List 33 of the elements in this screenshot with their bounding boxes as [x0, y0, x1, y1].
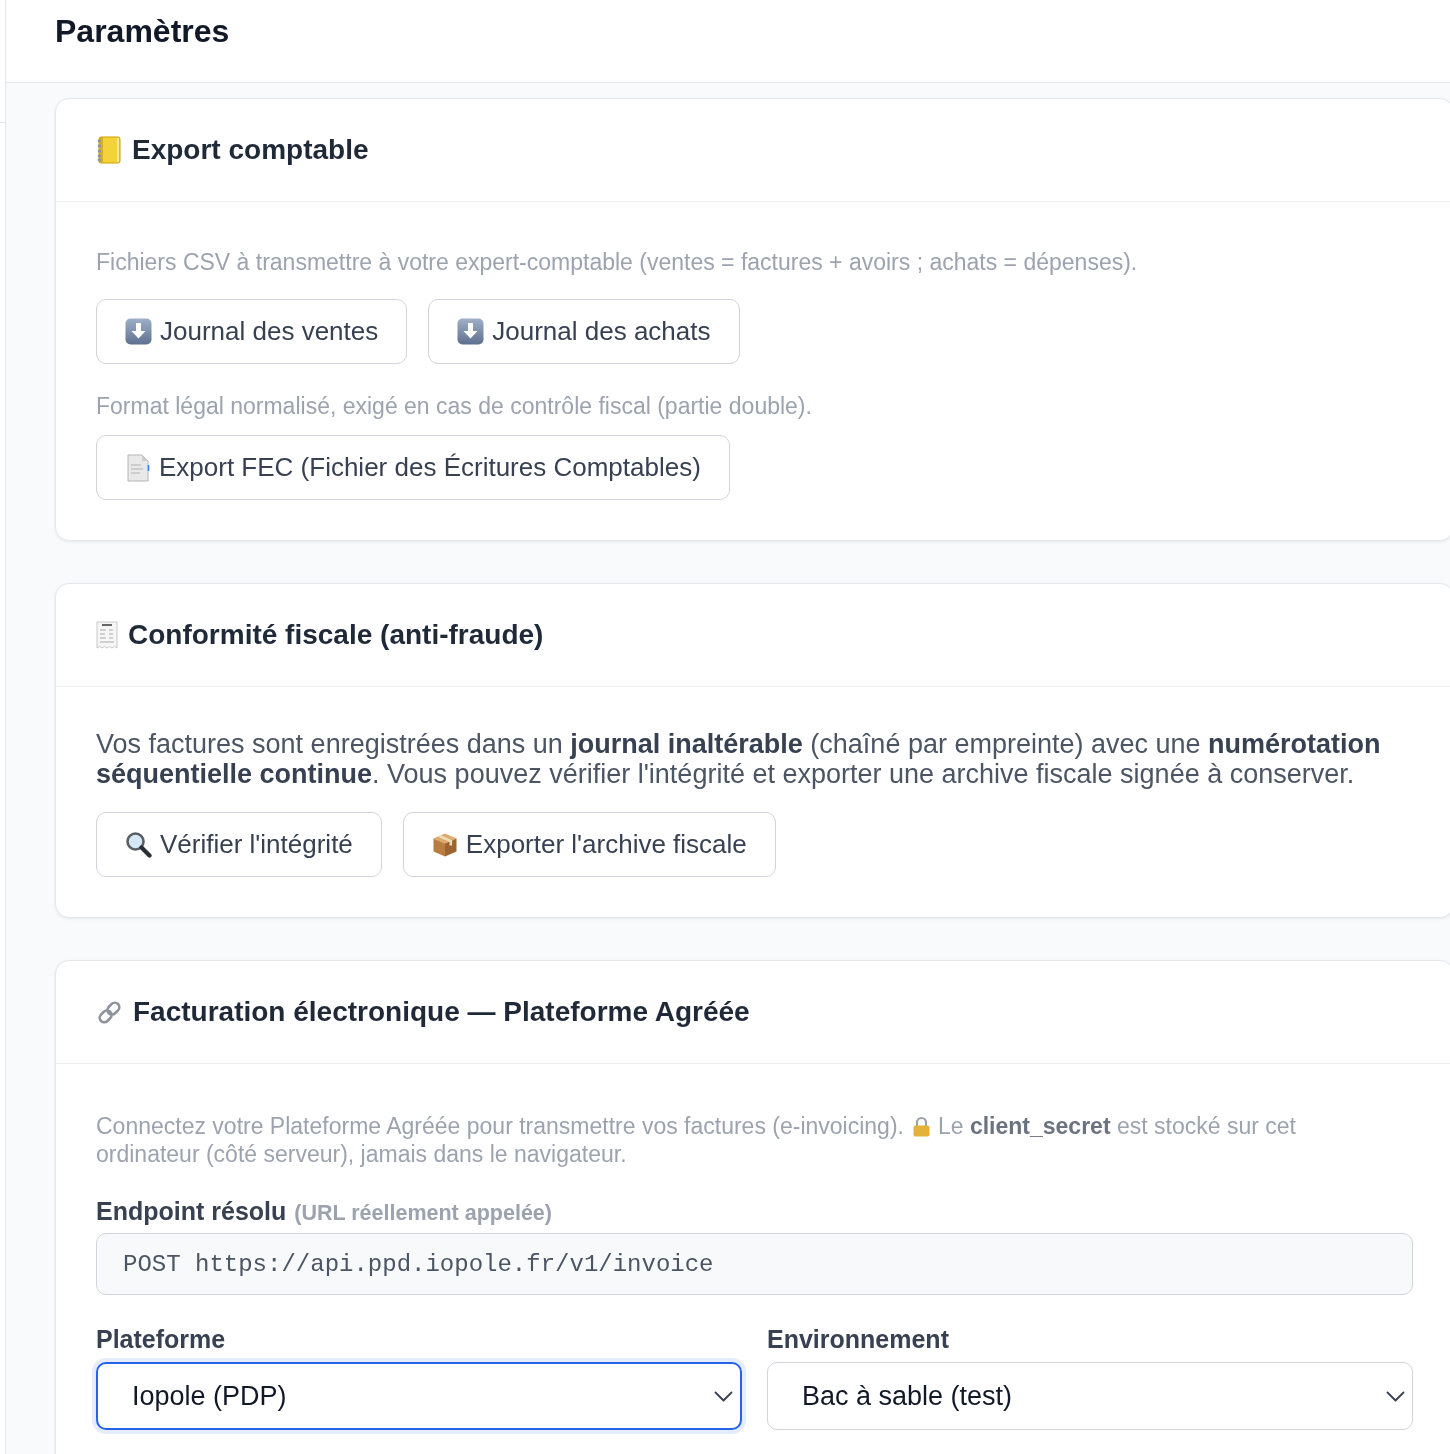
- secret-note-text: Le client_secret est stocké sur cet: [937, 1112, 1296, 1140]
- field-hint: (URL réellement appelée): [294, 1200, 552, 1227]
- chevron-down-icon: [714, 1390, 733, 1402]
- description-text: Format légal normalisé, exigé en cas de contrôle fiscal (partie double).: [96, 392, 813, 420]
- field-label: Plateforme: [96, 1324, 226, 1354]
- verify-button[interactable]: Vérifier l'intégrité: [96, 812, 382, 877]
- description-text: Fichiers CSV à transmettre à votre expert-comptable (ventes = factures + avoirs ; achats = dépenses).: [96, 248, 1139, 276]
- section-title: Facturation électronique — Plateforme Agréée: [133, 995, 750, 1029]
- section-title: Export comptable: [132, 133, 369, 167]
- section-title: Conformité fiscale (anti-fraude): [128, 618, 544, 652]
- secret-note-text: ordinateur (côté serveur), jamais dans le navigateur.: [96, 1140, 627, 1168]
- download-button[interactable]: Journal des ventes: [96, 299, 408, 364]
- environment-select[interactable]: Bac à sable (test): [767, 1362, 1413, 1430]
- package-icon: [431, 831, 458, 858]
- search-icon: [125, 831, 152, 858]
- link-icon: [96, 998, 123, 1026]
- description-text: Connectez votre Plateforme Agréée pour transmettre vos factures (e-invoicing).: [96, 1112, 904, 1140]
- download-icon: [457, 318, 485, 345]
- document-icon: [125, 453, 151, 482]
- download-icon: [125, 318, 152, 345]
- endpoint-field[interactable]: POST https://api.ppd.iopole.fr/v1/invoice: [96, 1233, 1413, 1295]
- notebook-icon: [96, 136, 122, 164]
- chevron-down-icon: [1386, 1390, 1405, 1402]
- receipt-icon: [96, 621, 118, 649]
- field-label: Environnement: [767, 1324, 949, 1354]
- field-label: Endpoint résolu: [96, 1196, 287, 1226]
- description-text: Vos factures sont enregistrées dans un journal inaltérable (chaîné par empreinte) avec une numérotation séquentielle continue. Vous pouvez vérifier l'intégrité et exporter une archive fiscale signée à conserver.: [96, 729, 1382, 789]
- download-button[interactable]: Journal des achats: [428, 299, 740, 364]
- fec-export-button[interactable]: Export FEC (Fichier des Écritures Comptables): [96, 435, 730, 500]
- page-title: Paramètres: [55, 12, 230, 50]
- archive-export-button[interactable]: Exporter l'archive fiscale: [402, 812, 776, 877]
- padlock-icon: [911, 1115, 931, 1137]
- platform-select[interactable]: Iopole (PDP): [96, 1362, 742, 1430]
